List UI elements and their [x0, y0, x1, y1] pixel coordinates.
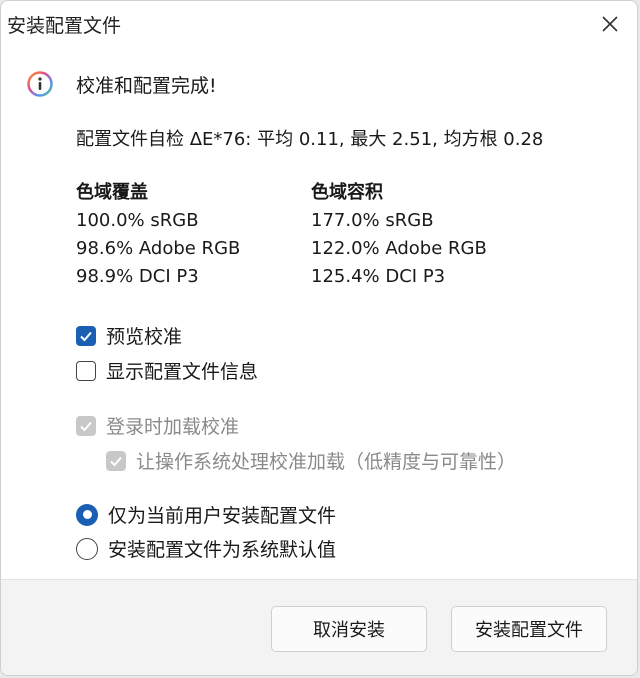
window-title: 安装配置文件 — [7, 15, 122, 37]
load-on-login-label: 登录时加载校准 — [106, 416, 240, 438]
dialog-footer: 取消安装 安装配置文件 — [1, 579, 637, 675]
profile-self-check: 配置文件自检 ΔE*76: 平均 0.11, 最大 2.51, 均方根 0.28 — [76, 129, 544, 150]
load-on-login-checkbox — [76, 415, 96, 436]
gamut-coverage-section: 色域覆盖 100.0% sRGB 98.6% Adobe RGB 98.9% D… — [76, 179, 240, 291]
info-icon — [27, 71, 53, 97]
gamut-volume-title: 色域容积 — [311, 182, 383, 203]
show-profile-info-option[interactable]: 显示配置文件信息 — [76, 357, 258, 384]
gamut-coverage-adobe: 98.6% Adobe RGB — [76, 238, 241, 259]
checkmark-icon — [80, 421, 92, 431]
gamut-volume-srgb: 177.0% sRGB — [311, 210, 434, 231]
os-handles-loading-option: 让操作系统处理校准加载（低精度与可靠性） — [106, 447, 516, 474]
cancel-install-button[interactable]: 取消安装 — [271, 606, 427, 652]
close-icon — [602, 16, 618, 32]
os-handles-loading-label: 让操作系统处理校准加载（低精度与可靠性） — [136, 451, 517, 473]
gamut-coverage-dcip3: 98.9% DCI P3 — [76, 266, 199, 287]
install-system-default-option[interactable]: 安装配置文件为系统默认值 — [76, 535, 336, 562]
preview-calibration-option[interactable]: 预览校准 — [76, 322, 182, 349]
close-button[interactable] — [593, 7, 627, 41]
show-profile-info-checkbox[interactable] — [76, 360, 96, 381]
gamut-volume-adobe: 122.0% Adobe RGB — [311, 238, 487, 259]
preview-calibration-checkbox[interactable] — [76, 325, 96, 346]
install-current-user-radio[interactable] — [76, 503, 98, 526]
title-bar: 安装配置文件 — [1, 1, 637, 47]
install-system-default-label: 安装配置文件为系统默认值 — [108, 539, 337, 561]
gamut-coverage-title: 色域覆盖 — [76, 182, 148, 203]
gamut-coverage-srgb: 100.0% sRGB — [76, 210, 199, 231]
install-current-user-label: 仅为当前用户安装配置文件 — [108, 505, 337, 527]
gamut-volume-dcip3: 125.4% DCI P3 — [311, 266, 446, 287]
dialog-content: 校准和配置完成! 配置文件自检 ΔE*76: 平均 0.11, 最大 2.51,… — [1, 47, 637, 579]
gamut-volume-section: 色域容积 177.0% sRGB 122.0% Adobe RGB 125.4%… — [311, 179, 487, 291]
install-current-user-option[interactable]: 仅为当前用户安装配置文件 — [76, 501, 336, 528]
install-profile-button[interactable]: 安装配置文件 — [451, 606, 607, 652]
checkmark-icon — [80, 331, 92, 341]
show-profile-info-label: 显示配置文件信息 — [106, 361, 259, 383]
install-system-default-radio[interactable] — [76, 537, 98, 560]
os-handles-loading-checkbox — [106, 450, 126, 471]
install-profile-dialog: 安装配置文件 校准和配置完成! 配置文件自检 ΔE*76: 平均 0.11, 最… — [0, 0, 638, 676]
preview-calibration-label: 预览校准 — [106, 326, 183, 348]
completion-heading: 校准和配置完成! — [76, 75, 217, 97]
load-on-login-option: 登录时加载校准 — [76, 412, 239, 439]
checkmark-icon — [110, 456, 122, 466]
